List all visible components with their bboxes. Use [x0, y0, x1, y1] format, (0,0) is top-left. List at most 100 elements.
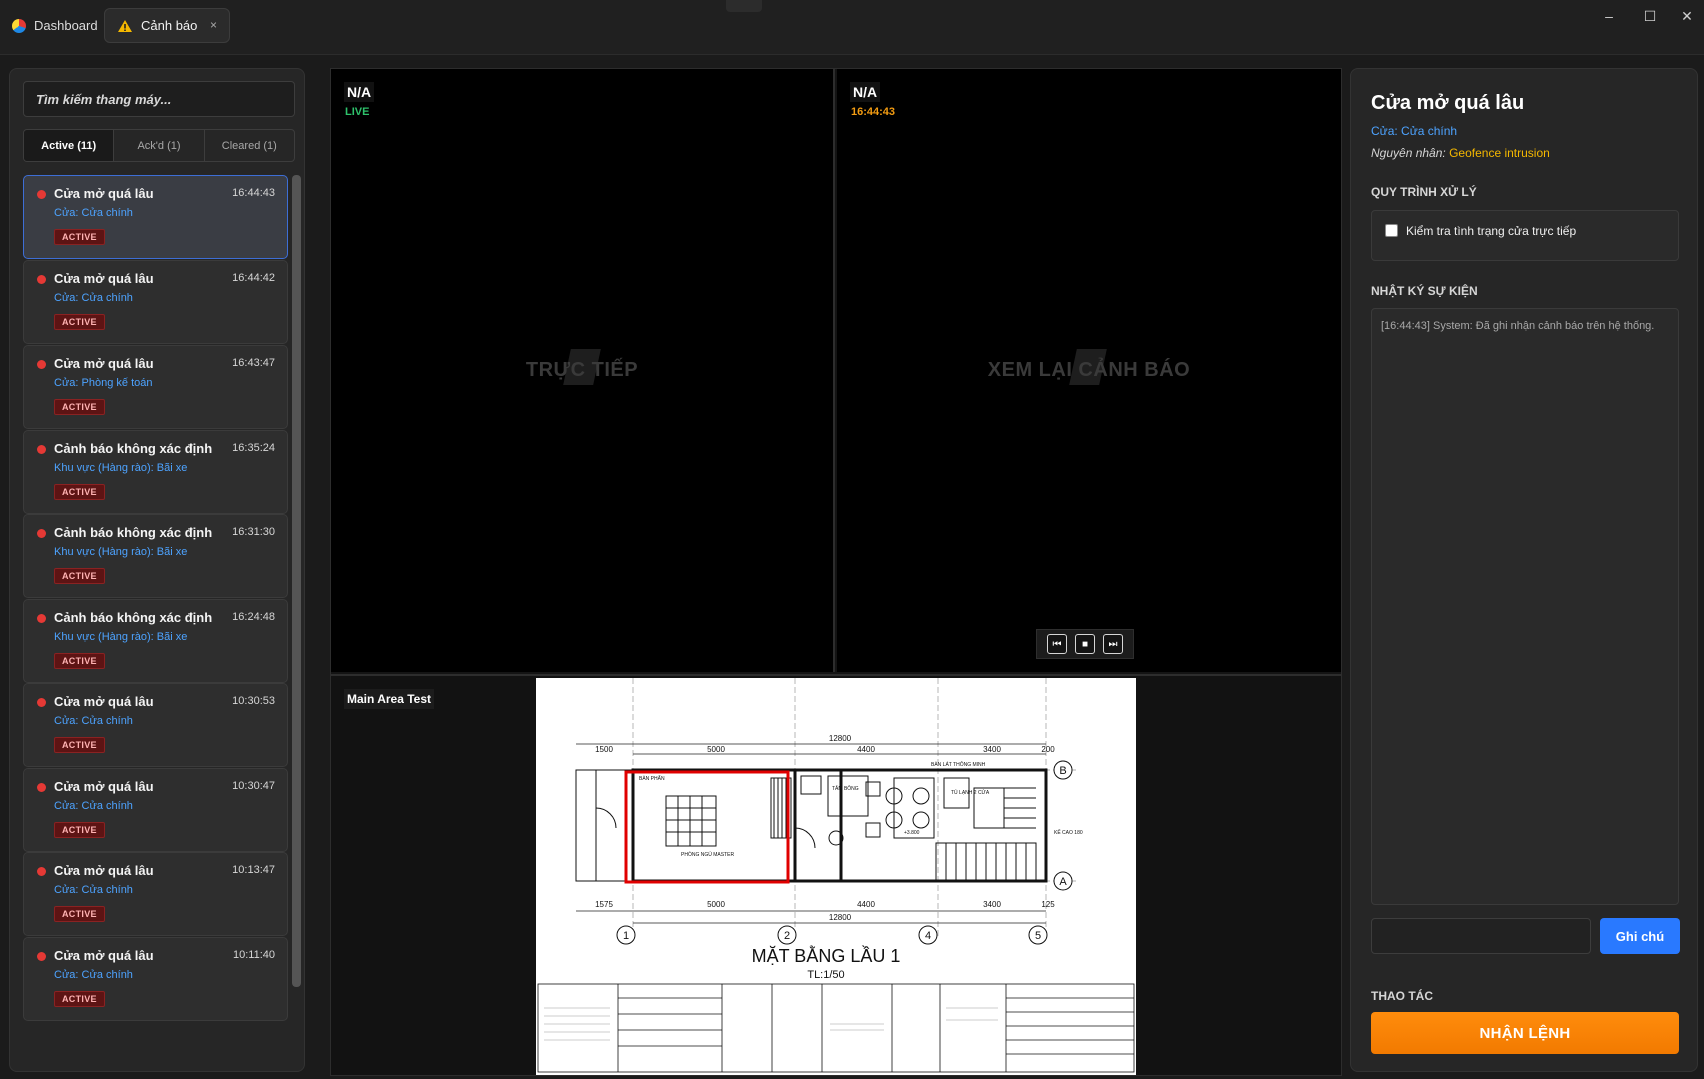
rewind-icon[interactable]: ⏮ [1047, 634, 1067, 654]
dimension-label: 4400 [857, 900, 875, 909]
floor-plan[interactable]: 1500 5000 4400 3400 200 12800 1575 5000 … [536, 678, 1136, 1075]
alert-title: Cửa mở quá lâu [54, 186, 154, 201]
minimize-button[interactable]: – [1586, 2, 1632, 30]
axis-label: 1 [623, 930, 629, 942]
alert-list-item[interactable]: Cửa mở quá lâu 16:44:43 Cửa: Cửa chính A… [23, 175, 288, 259]
event-log[interactable]: [16:44:43] System: Đã ghi nhận cảnh báo … [1371, 308, 1679, 905]
add-note-button[interactable]: Ghi chú [1600, 918, 1680, 954]
status-badge: ACTIVE [54, 314, 105, 330]
status-badge: ACTIVE [54, 991, 105, 1007]
alert-status-dot [37, 614, 46, 623]
live-camera-name: N/A [344, 82, 375, 102]
alert-list-item[interactable]: Cửa mở quá lâu 16:43:47 Cửa: Phòng kế to… [23, 345, 288, 429]
alert-list-item[interactable]: Cửa mở quá lâu 10:13:47 Cửa: Cửa chính A… [23, 852, 288, 936]
alert-time: 16:24:48 [232, 611, 275, 623]
alert-location: Cửa: Cửa chính [54, 969, 133, 981]
replay-video-pane[interactable]: N/A 16:44:43 XEM LẠI CẢNH BÁO ⏮ ■ ⏭ [837, 69, 1341, 672]
plan-title: MẶT BẰNG LẦU 1 [752, 945, 901, 966]
status-badge: ACTIVE [54, 906, 105, 922]
map-name: Main Area Test [344, 689, 435, 709]
room-label: BÀN LÁT THÔNG MINH [931, 761, 986, 768]
alert-title: Cửa mở quá lâu [54, 694, 154, 709]
video-grid: N/A LIVE TRỰC TIẾP N/A 16:44:43 XEM LẠI … [330, 68, 1342, 1076]
alert-list-item[interactable]: Cửa mở quá lâu 10:30:47 Cửa: Cửa chính A… [23, 768, 288, 852]
alert-status-dot [37, 529, 46, 538]
dimension-label: 125 [1041, 900, 1055, 909]
floor-plan-drawing: 1500 5000 4400 3400 200 12800 1575 5000 … [536, 678, 1136, 1075]
dimension-total-top: 12800 [829, 734, 852, 743]
alert-title: Cửa mở quá lâu [54, 356, 154, 371]
app-window: Dashboard Cảnh báo × – ☐ ✕ Active (11) A… [0, 0, 1704, 1079]
acknowledge-button[interactable]: NHẬN LỆNH [1371, 1012, 1679, 1054]
room-label: TĂM BÔNG [832, 785, 859, 792]
room-label: +3.800 [904, 830, 920, 836]
dimension-label: 1575 [595, 900, 613, 909]
filter-tabs: Active (11) Ack'd (1) Cleared (1) [23, 129, 295, 162]
alert-title: Cảnh báo không xác định [54, 610, 213, 625]
checklist-label[interactable]: Kiểm tra tình trạng cửa trực tiếp [1406, 224, 1576, 238]
replay-camera-name: N/A [850, 82, 881, 102]
alert-list: Cửa mở quá lâu 16:44:43 Cửa: Cửa chính A… [23, 175, 288, 1071]
status-badge: ACTIVE [54, 822, 105, 838]
status-badge: ACTIVE [54, 737, 105, 753]
drag-handle[interactable] [726, 0, 762, 12]
dimension-total-bottom: 12800 [829, 913, 852, 922]
detail-title: Cửa mở quá lâu [1371, 92, 1525, 114]
stop-icon[interactable]: ■ [1075, 634, 1095, 654]
alert-title: Cửa mở quá lâu [54, 863, 154, 878]
alert-sidebar: Active (11) Ack'd (1) Cleared (1) Cửa mở… [9, 68, 305, 1072]
alert-list-item[interactable]: Cửa mở quá lâu 10:11:40 Cửa: Cửa chính A… [23, 937, 288, 1021]
alert-title: Cửa mở quá lâu [54, 271, 154, 286]
room-label: KẾ CAO 180 [1054, 829, 1083, 836]
filter-tab-active[interactable]: Active (11) [24, 130, 115, 161]
alert-time: 16:31:30 [232, 526, 275, 538]
fast-forward-icon[interactable]: ⏭ [1103, 634, 1123, 654]
cause-label: Nguyên nhân: [1371, 146, 1446, 160]
replay-watermark: XEM LẠI CẢNH BÁO [987, 359, 1191, 381]
tab-alerts[interactable]: Cảnh báo × [104, 8, 230, 43]
alert-location: Cửa: Cửa chính [54, 715, 133, 727]
checklist-checkbox[interactable] [1385, 224, 1398, 237]
alert-location: Cửa: Cửa chính [54, 292, 133, 304]
search-input[interactable] [23, 81, 295, 117]
alert-list-item[interactable]: Cửa mở quá lâu 16:44:42 Cửa: Cửa chính A… [23, 260, 288, 344]
room-label: PHÒNG NGỦ MASTER [681, 851, 734, 858]
close-tab-icon[interactable]: × [210, 18, 217, 32]
filter-tab-cleared[interactable]: Cleared (1) [205, 130, 294, 161]
alert-list-item[interactable]: Cửa mở quá lâu 10:30:53 Cửa: Cửa chính A… [23, 683, 288, 767]
note-input[interactable] [1371, 918, 1591, 954]
alert-location: Cửa: Cửa chính [54, 884, 133, 896]
tab-dashboard[interactable]: Dashboard [12, 8, 102, 43]
alert-status-dot [37, 360, 46, 369]
filter-tab-acknowledged[interactable]: Ack'd (1) [114, 130, 205, 161]
live-video-pane[interactable]: N/A LIVE TRỰC TIẾP [331, 69, 835, 672]
dimension-label: 3400 [983, 745, 1001, 754]
axis-label: 5 [1035, 930, 1041, 942]
status-badge: ACTIVE [54, 399, 105, 415]
alert-status-dot [37, 445, 46, 454]
alert-time: 16:44:43 [232, 187, 275, 199]
alert-status-dot [37, 698, 46, 707]
alert-status-dot [37, 783, 46, 792]
alert-location: Cửa: Phòng kế toán [54, 377, 153, 389]
dimension-label: 3400 [983, 900, 1001, 909]
tab-dashboard-label: Dashboard [34, 18, 98, 33]
app-logo-icon [12, 18, 26, 33]
status-badge: ACTIVE [54, 653, 105, 669]
process-checklist: Kiểm tra tình trạng cửa trực tiếp [1371, 210, 1679, 261]
alert-location: Khu vực (Hàng rào): Bãi xe [54, 462, 188, 474]
plan-scale: TL:1/50 [807, 969, 844, 981]
alert-list-item[interactable]: Cảnh báo không xác định 16:31:30 Khu vực… [23, 514, 288, 598]
alert-location: Khu vực (Hàng rào): Bãi xe [54, 631, 188, 643]
alert-list-item[interactable]: Cảnh báo không xác định 16:35:24 Khu vực… [23, 430, 288, 514]
alert-list-item[interactable]: Cảnh báo không xác định 16:24:48 Khu vực… [23, 599, 288, 683]
close-window-button[interactable]: ✕ [1664, 2, 1704, 30]
live-status: LIVE [345, 106, 370, 118]
alert-time: 10:30:53 [232, 695, 275, 707]
detail-cause: Nguyên nhân: Geofence intrusion [1371, 146, 1550, 160]
live-watermark: TRỰC TIẾP [525, 359, 639, 381]
alert-list-scrollbar[interactable] [292, 175, 301, 987]
status-badge: ACTIVE [54, 568, 105, 584]
alert-location: Khu vực (Hàng rào): Bãi xe [54, 546, 188, 558]
tab-alerts-label: Cảnh báo [141, 18, 198, 33]
